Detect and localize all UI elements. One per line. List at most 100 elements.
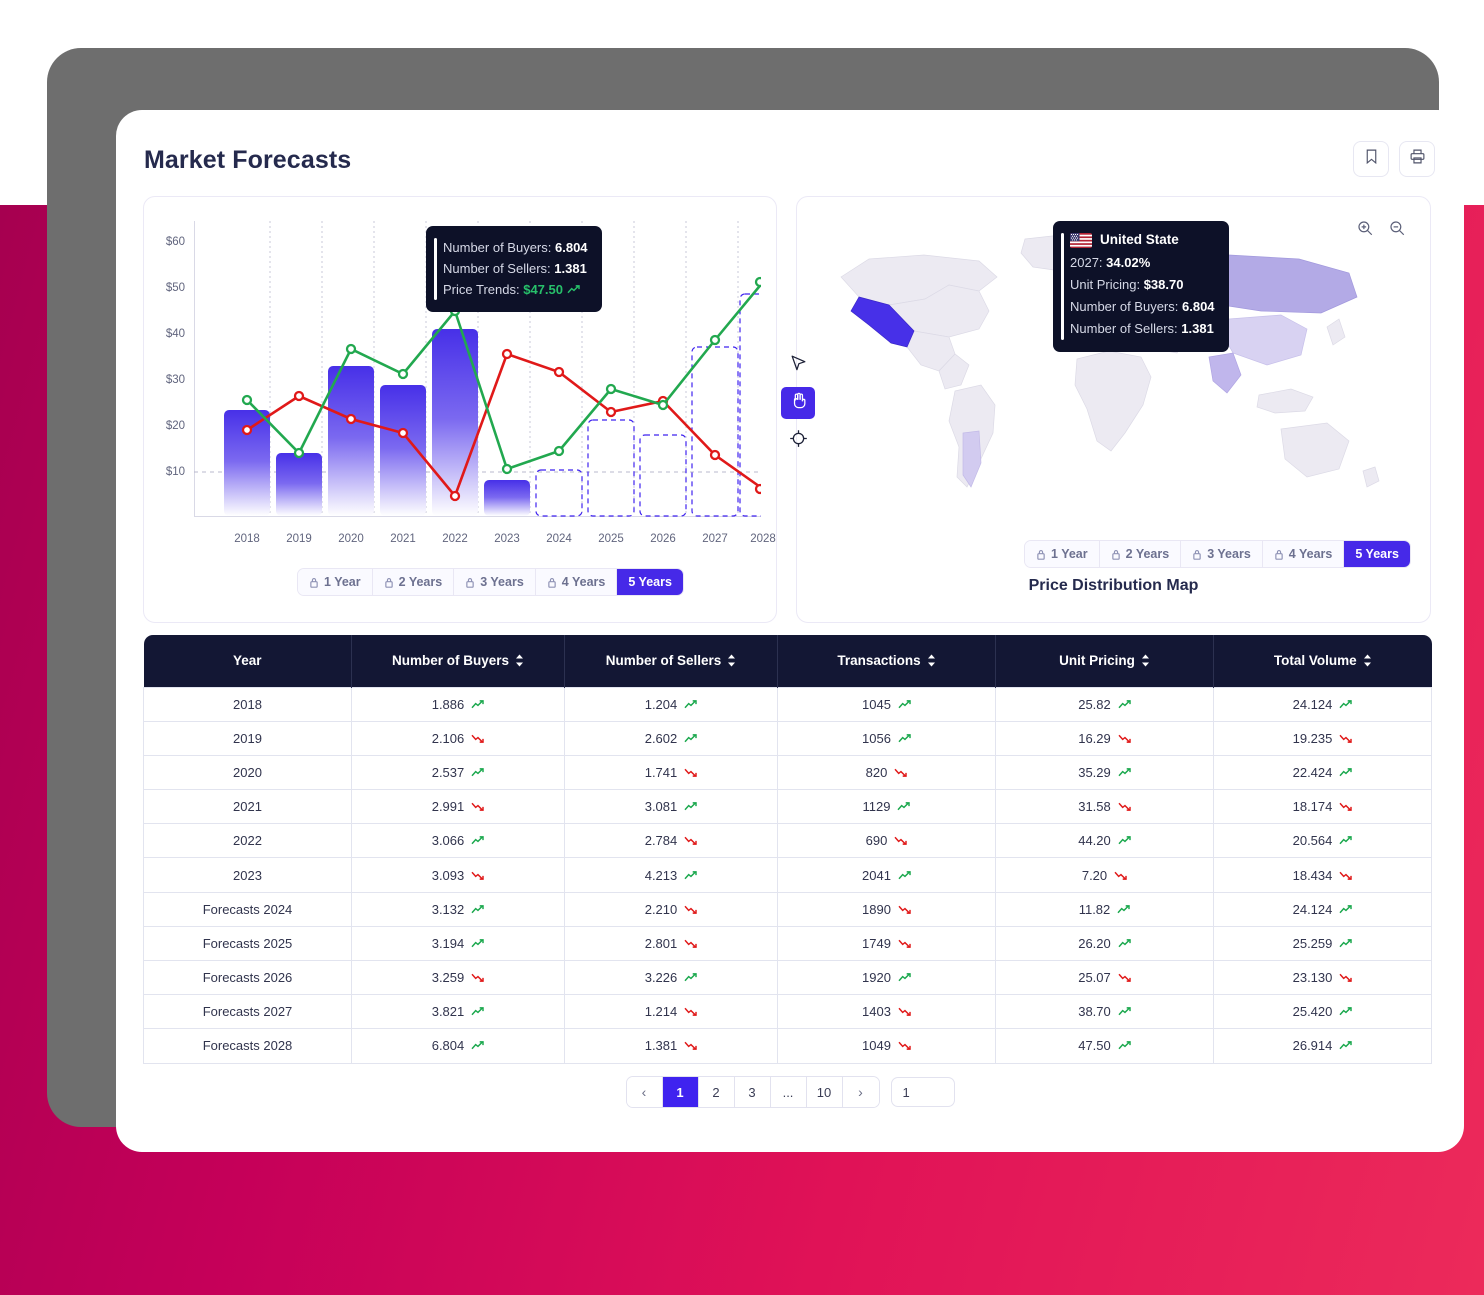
x-axis-tick: 2024: [546, 533, 572, 545]
cell-total-volume: 23.130: [1214, 961, 1432, 995]
cell-sellers-value: 2.801: [645, 936, 678, 951]
table-row[interactable]: Forecasts 20286.8041.381104947.5026.914: [144, 1029, 1432, 1063]
cell-total-volume-value: 24.124: [1293, 902, 1333, 917]
pagination: ‹ 1 2 3 ... 10 ›: [116, 1076, 1464, 1108]
column-header-transactions[interactable]: Transactions: [778, 635, 996, 687]
column-header-total-volume-label: Total Volume: [1274, 653, 1357, 668]
trend-up-icon: [1117, 904, 1130, 915]
cell-year-value: 2023: [233, 868, 262, 883]
table-row[interactable]: 20202.5371.74182035.2922.424: [144, 755, 1432, 789]
trend-up-icon: [684, 699, 697, 710]
cell-year: 2018: [144, 687, 352, 721]
table-row[interactable]: Forecasts 20263.2593.226192025.0723.130: [144, 961, 1432, 995]
cell-buyers: 1.886: [352, 687, 565, 721]
chart-range-2-years[interactable]: 2 Years: [373, 569, 455, 595]
table-row[interactable]: 20233.0934.21320417.2018.434: [144, 858, 1432, 892]
map-canvas[interactable]: United State 2027: 34.02% Unit Pricing: …: [797, 197, 1430, 565]
table-body: 20181.8861.204104525.8224.12420192.1062.…: [144, 687, 1432, 1063]
map-tooltip-sellers-row: Number of Sellers: 1.381: [1070, 318, 1215, 340]
pagination-prev-button[interactable]: ‹: [627, 1077, 663, 1107]
map-range-selector[interactable]: 1 Year 2 Years 3 Years 4 Years 5 Years: [1024, 540, 1411, 568]
map-tool-pan[interactable]: [781, 387, 815, 419]
cell-unit-pricing: 31.58: [996, 790, 1214, 824]
trend-down-icon: [1339, 733, 1352, 744]
trend-down-icon: [898, 904, 911, 915]
table-row[interactable]: Forecasts 20243.1322.210189011.8224.124: [144, 892, 1432, 926]
cell-buyers-value: 2.106: [432, 731, 465, 746]
chart-range-1-year-label: 1 Year: [324, 575, 361, 589]
trend-up-icon: [471, 1040, 484, 1051]
column-header-sellers[interactable]: Number of Sellers: [565, 635, 778, 687]
cell-transactions: 1890: [778, 892, 996, 926]
price-distribution-map-panel: United State 2027: 34.02% Unit Pricing: …: [796, 196, 1431, 623]
cell-transactions-value: 1049: [862, 1038, 891, 1053]
trend-up-icon: [684, 801, 697, 812]
trend-up-icon: [897, 801, 910, 812]
forecast-data-table: Year Number of Buyers Number of Sellers: [143, 635, 1432, 1064]
chart-range-selector[interactable]: 1 Year 2 Years 3 Years 4 Years 5 Years: [297, 568, 684, 596]
chart-range-5-years[interactable]: 5 Years: [617, 569, 683, 595]
table-row[interactable]: Forecasts 20273.8211.214140338.7025.420: [144, 995, 1432, 1029]
column-header-buyers[interactable]: Number of Buyers: [352, 635, 565, 687]
map-range-3-years[interactable]: 3 Years: [1181, 541, 1263, 567]
lock-icon: [547, 577, 557, 588]
column-header-year[interactable]: Year: [144, 635, 352, 687]
print-button[interactable]: [1399, 141, 1435, 177]
trend-down-icon: [684, 938, 697, 949]
map-tool-group[interactable]: [781, 349, 815, 457]
pagination-page-10[interactable]: 10: [807, 1077, 843, 1107]
pagination-page-2[interactable]: 2: [699, 1077, 735, 1107]
cell-year-value: 2020: [233, 765, 262, 780]
cell-total-volume: 20.564: [1214, 824, 1432, 858]
map-zoom-in-button[interactable]: [1352, 217, 1378, 243]
map-range-1-year[interactable]: 1 Year: [1025, 541, 1100, 567]
pagination-next-button[interactable]: ›: [843, 1077, 879, 1107]
table-row[interactable]: Forecasts 20253.1942.801174926.2025.259: [144, 926, 1432, 960]
cell-transactions: 1749: [778, 926, 996, 960]
cell-sellers-value: 1.214: [645, 1004, 678, 1019]
table-row[interactable]: 20181.8861.204104525.8224.124: [144, 687, 1432, 721]
cell-buyers: 2.537: [352, 755, 565, 789]
column-header-unit-pricing[interactable]: Unit Pricing: [996, 635, 1214, 687]
pagination-page-1[interactable]: 1: [663, 1077, 699, 1107]
table-row[interactable]: 20223.0662.78469044.2020.564: [144, 824, 1432, 858]
cell-total-volume: 18.434: [1214, 858, 1432, 892]
bookmark-icon: [1363, 148, 1380, 170]
table-row[interactable]: 20212.9913.081112931.5818.174: [144, 790, 1432, 824]
chart-range-3-years[interactable]: 3 Years: [454, 569, 536, 595]
map-range-4-years[interactable]: 4 Years: [1263, 541, 1345, 567]
cell-buyers-value: 1.886: [432, 697, 465, 712]
map-tooltip-unit-pricing-label: Unit Pricing:: [1070, 277, 1140, 292]
cell-buyers-value: 3.066: [432, 833, 465, 848]
print-icon: [1409, 148, 1426, 170]
map-range-5-years[interactable]: 5 Years: [1344, 541, 1410, 567]
chart-range-4-years[interactable]: 4 Years: [536, 569, 618, 595]
page-number-input[interactable]: [891, 1077, 955, 1107]
map-zoom-out-button[interactable]: [1384, 217, 1410, 243]
chart-range-1-year[interactable]: 1 Year: [298, 569, 373, 595]
cell-total-volume: 18.174: [1214, 790, 1432, 824]
map-tool-locate[interactable]: [781, 425, 815, 457]
lock-icon: [1036, 549, 1046, 560]
bookmark-button[interactable]: [1353, 141, 1389, 177]
cell-year-value: 2022: [233, 833, 262, 848]
device-frame: Market Forecasts: [47, 48, 1439, 1127]
map-country-india[interactable]: [1209, 353, 1241, 393]
cell-transactions-value: 1403: [862, 1004, 891, 1019]
cell-transactions-value: 1129: [863, 799, 891, 814]
cell-buyers-value: 3.194: [432, 936, 465, 951]
cell-year: 2023: [144, 858, 352, 892]
map-range-2-years[interactable]: 2 Years: [1100, 541, 1182, 567]
pagination-page-3[interactable]: 3: [735, 1077, 771, 1107]
sort-icon: [927, 654, 936, 667]
table-row[interactable]: 20192.1062.602105616.2919.235: [144, 721, 1432, 755]
pagination-ellipsis[interactable]: ...: [771, 1077, 807, 1107]
trend-up-icon: [1339, 767, 1352, 778]
column-header-total-volume[interactable]: Total Volume: [1214, 635, 1432, 687]
trend-up-icon: [1118, 767, 1131, 778]
map-tool-navigate[interactable]: [781, 349, 815, 381]
map-country-argentina[interactable]: [963, 431, 981, 487]
cell-year: 2019: [144, 721, 352, 755]
x-axis-tick: 2027: [702, 533, 728, 545]
map-country-china[interactable]: [1223, 315, 1307, 365]
